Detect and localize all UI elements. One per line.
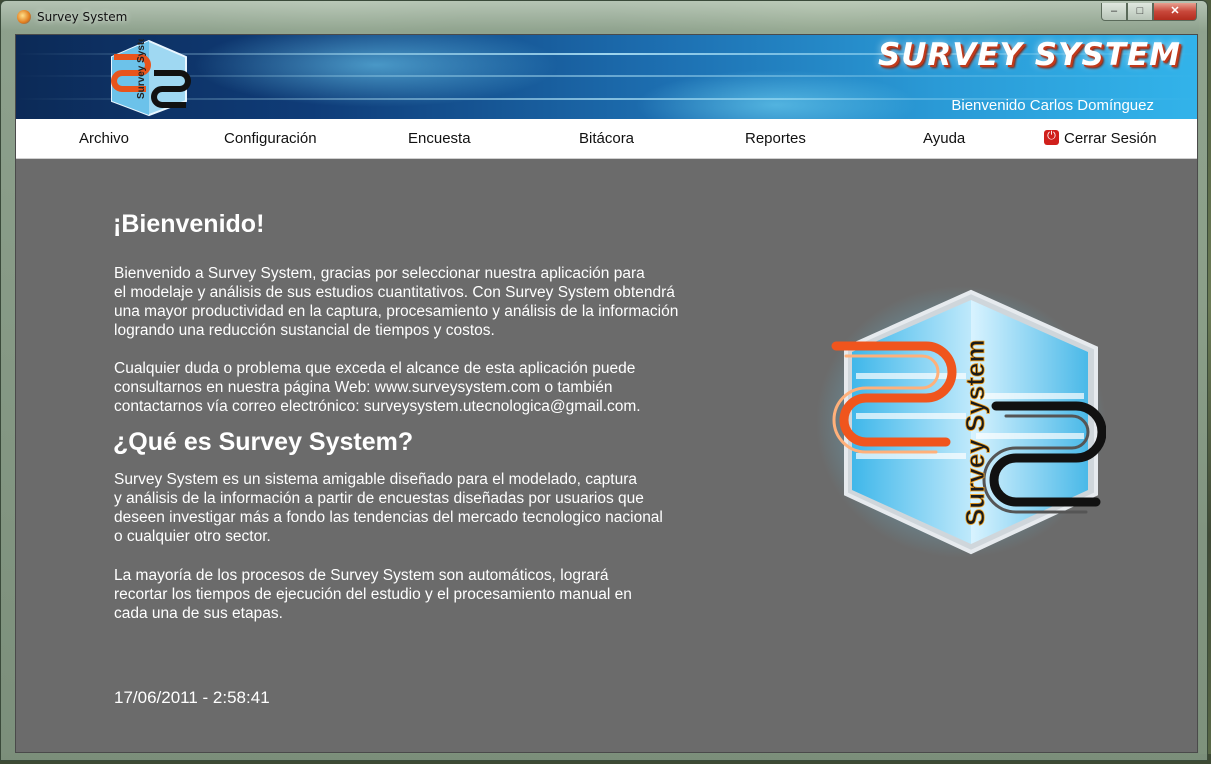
window-title: Survey System [37, 10, 128, 24]
welcome-heading: ¡Bienvenido! [113, 210, 265, 238]
maximize-button[interactable]: □ [1127, 3, 1153, 21]
menu-configuracion[interactable]: Configuración [224, 130, 317, 147]
main-content: ¡Bienvenido! Bienvenido a Survey System,… [16, 158, 1197, 752]
app-window: Survey System – □ ✕ Survey System SURVEY… [0, 0, 1208, 761]
menu-encuesta[interactable]: Encuesta [408, 130, 471, 147]
client-area: Survey System SURVEY SYSTEM Bienvenido C… [15, 34, 1198, 753]
survey-system-logo-icon: Survey System [111, 39, 191, 117]
close-button[interactable]: ✕ [1153, 3, 1197, 21]
big-logo-text: Survey System [960, 340, 990, 526]
logout-button[interactable]: Cerrar Sesión [1044, 129, 1157, 147]
welcome-paragraph-2: Cualquier duda o problema que exceda el … [114, 360, 641, 415]
menu-reportes[interactable]: Reportes [745, 130, 806, 147]
menu-bar: Archivo Configuración Encuesta Bitácora … [16, 119, 1197, 159]
about-heading: ¿Qué es Survey System? [113, 428, 414, 456]
logo-text: Survey System [136, 39, 147, 99]
about-paragraph-2: La mayoría de los procesos de Survey Sys… [114, 567, 632, 622]
datetime-label: 17/06/2011 - 2:58:41 [114, 688, 270, 707]
minimize-button[interactable]: – [1101, 3, 1127, 21]
logout-label: Cerrar Sesión [1064, 130, 1157, 147]
welcome-user-text: Bienvenido Carlos Domínguez [951, 97, 1154, 114]
brand-title: SURVEY SYSTEM [877, 37, 1181, 73]
welcome-paragraph-1: Bienvenido a Survey System, gracias por … [114, 265, 679, 339]
app-icon [17, 10, 31, 24]
about-paragraph-1: Survey System es un sistema amigable dis… [114, 471, 663, 545]
header-banner: Survey System SURVEY SYSTEM Bienvenido C… [16, 35, 1197, 119]
menu-bitacora[interactable]: Bitácora [579, 130, 634, 147]
survey-system-big-logo-icon: Survey System [816, 286, 1106, 558]
power-icon [1044, 129, 1059, 145]
menu-archivo[interactable]: Archivo [79, 130, 129, 147]
title-bar[interactable]: Survey System – □ ✕ [1, 1, 1207, 33]
menu-ayuda[interactable]: Ayuda [923, 130, 965, 147]
window-controls: – □ ✕ [1101, 3, 1197, 22]
